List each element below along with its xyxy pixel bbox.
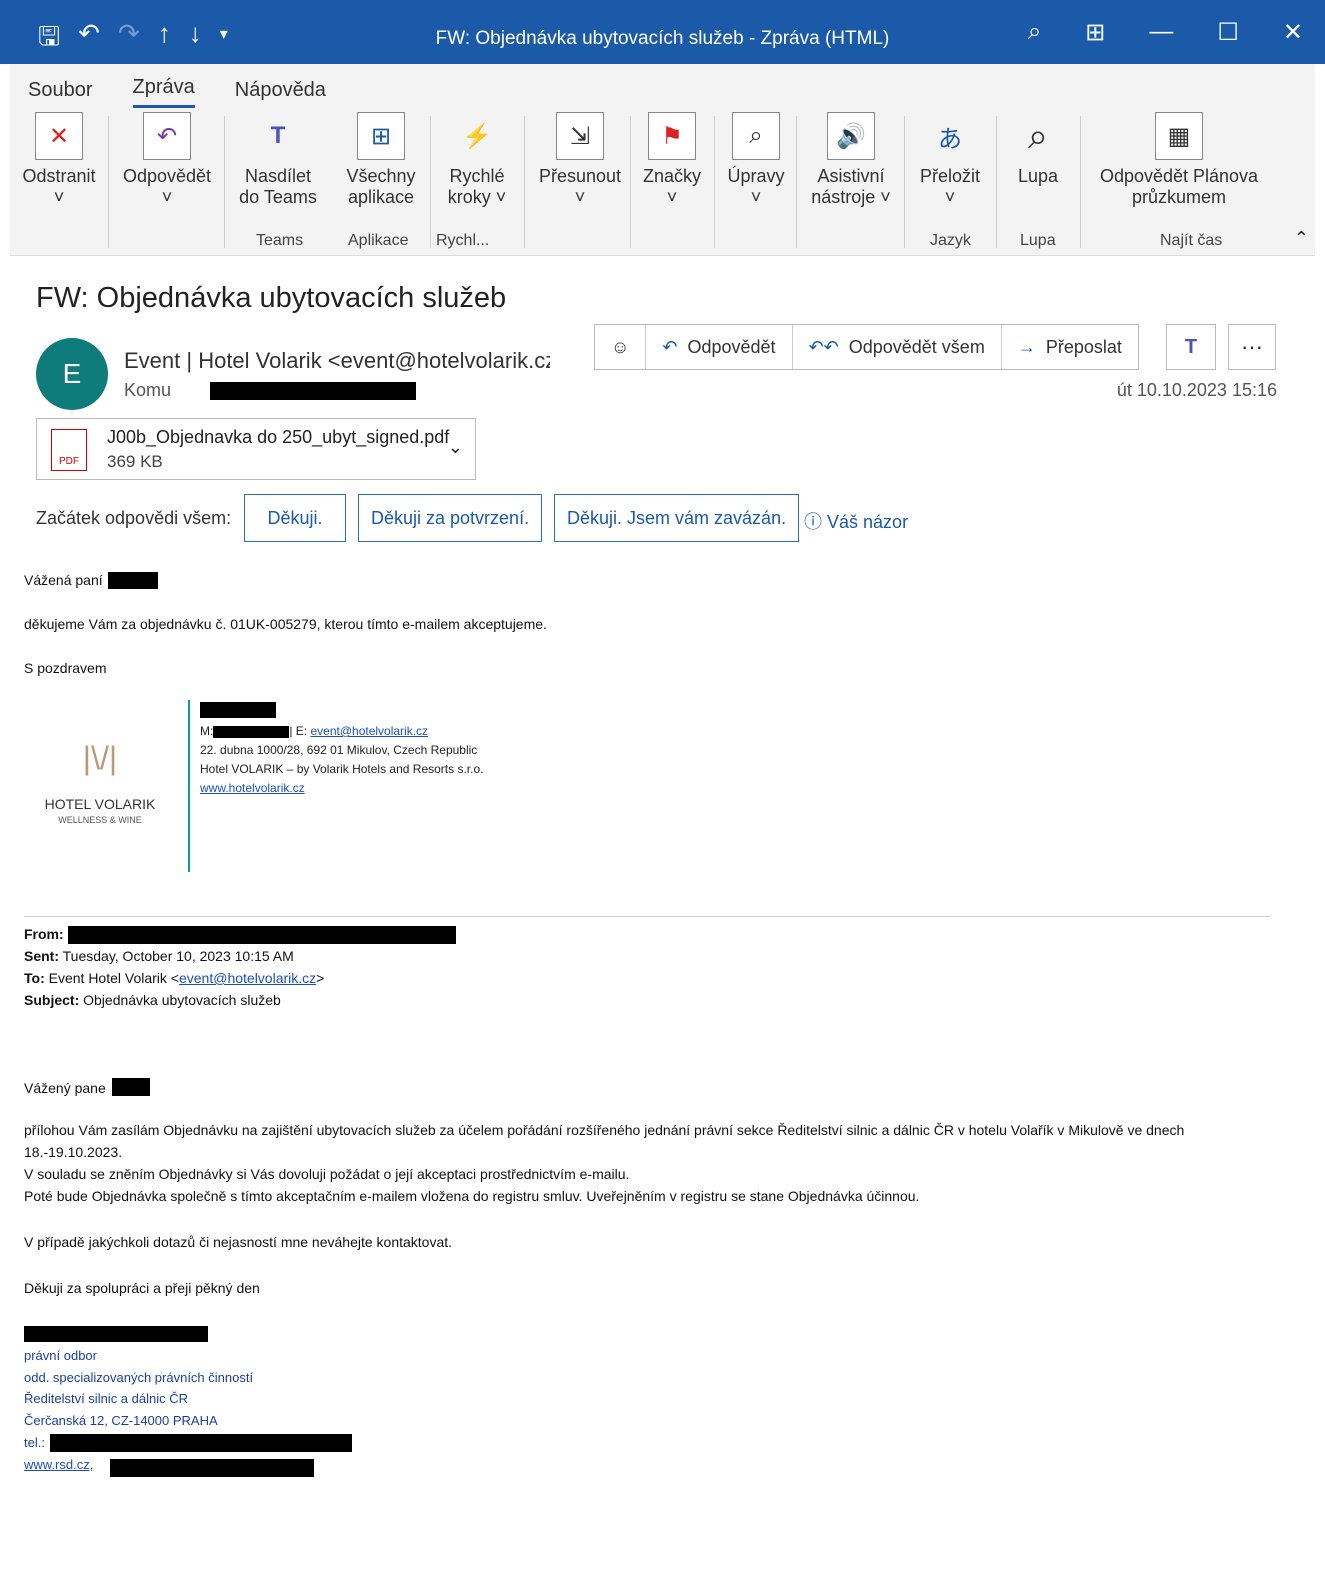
title-bar: 🖫 ↶ ↷ ↑ ↓ ▾ FW: Objednávka ubytovacích s… [0,0,1325,64]
forward-icon: → [1017,336,1036,357]
zoom-icon: ⌕ [1027,114,1049,156]
signature-divider [188,700,190,872]
flag-icon: ⚑ [648,112,696,160]
edit-button[interactable]: ⌕ Úpravy ˅ [724,112,788,208]
close-icon[interactable]: ✕ [1283,18,1303,47]
message-subject: FW: Objednávka ubytovacích služeb [36,282,507,314]
move-button[interactable]: ⇲ Přesunout ˅ [532,112,628,208]
reply-all-action[interactable]: ↶↶ Odpovědět všem [793,325,1002,369]
sender[interactable]: Event | Hotel Volarik <event@hotelvolari… [124,348,550,374]
reply-button[interactable]: ↶ Odpovědět ˅ [120,112,214,208]
calendar-icon: ▦ [1155,112,1203,160]
scheduling-poll-button[interactable]: ▦ Odpovědět Plánova průzkumem [1094,112,1264,208]
move-icon: ⇲ [556,112,604,160]
delete-button[interactable]: ✕ Odstranit ˅ [20,112,98,208]
ribbon: ✕ Odstranit ˅ ↶ Odpovědět ˅ T Nasdílet do Team… [10,108,1315,256]
teams-icon: T [270,122,286,149]
teams-chat-button[interactable]: T [1166,324,1216,370]
feedback-link[interactable]: ⓘ Váš názor [804,508,908,534]
message-date: út 10.10.2023 15:16 [1116,380,1277,400]
chevron-down-icon[interactable]: ⌄ [448,437,463,458]
delete-icon: ✕ [35,112,83,160]
attachment-size: 369 KB [107,452,163,471]
translate-button[interactable]: あ Přeložit ˅ [914,112,986,208]
minimize-icon[interactable]: — [1149,18,1173,47]
quick-reply-2[interactable]: Děkuji za potvrzení. [358,494,543,542]
hotel-logo: |\/| [82,740,118,776]
reply-action[interactable]: ↶ Odpovědět [646,325,793,369]
quick-reply-label: Začátek odpovědi všem: [36,508,232,528]
emoji-button[interactable]: ☺ [595,325,647,369]
quick-steps-button[interactable]: ⚡ Rychlé kroky ˅ [442,112,512,208]
more-actions-button[interactable]: ··· [1228,324,1276,370]
signature-email-link[interactable]: event@hotelvolarik.cz [310,724,428,738]
redacted-recipient [210,382,416,400]
share-teams-button[interactable]: T Nasdílet do Teams [236,112,320,208]
quick-reply-1[interactable]: Děkuji. [244,494,346,542]
maximize-icon[interactable]: ☐ [1217,18,1239,47]
avatar[interactable]: E [36,338,108,410]
separator [24,916,1270,917]
attachment[interactable]: PDF J00b_Objednavka do 250_ubyt_signed.p… [36,418,476,480]
action-bar: ☺ ↶ Odpovědět ↶↶ Odpovědět všem → Přeposlat [594,324,1139,370]
menu-tabs: Soubor Zpráva Nápověda [10,64,1315,108]
attachment-name: J00b_Objednavka do 250_ubyt_signed.pdf [107,427,450,447]
find-icon: ⌕ [732,112,780,160]
apps-icon: ⊞ [357,112,405,160]
forward-action[interactable]: → Přeposlat [1002,325,1138,369]
immersive-reader-icon: 🔊 [827,112,875,160]
zoom-button[interactable]: ⌕ Lupa [1006,112,1070,187]
translate-icon: あ [938,125,962,153]
hotel-website-link[interactable]: www.hotelvolarik.cz [200,781,305,795]
quick-reply-3[interactable]: Děkuji. Jsem vám zavázán. [554,494,800,542]
reply-all-icon: ↶↶ [808,336,839,357]
assistive-tools-button[interactable]: 🔊 Asistivní nástroje ˅ [806,112,896,208]
all-apps-button[interactable]: ⊞ Všechny aplikace [340,112,422,208]
tab-zprava[interactable]: Zpráva [132,76,195,108]
greeting: Vážená paní [24,572,103,588]
tab-soubor[interactable]: Soubor [28,79,93,108]
smiley-icon: ☺ [611,336,630,357]
search-icon[interactable]: ⌕ [1028,18,1041,47]
tab-napoveda[interactable]: Nápověda [235,79,326,108]
collapse-ribbon-icon[interactable]: ⌃ [1294,228,1309,249]
info-icon: ⓘ [804,512,828,532]
tags-button[interactable]: ⚑ Značky ˅ [640,112,704,208]
pdf-icon: PDF [51,429,87,471]
reply-icon: ↶ [662,336,678,357]
recipient-label: Komu [124,380,172,400]
reply-icon: ↶ [143,112,191,160]
rsd-website-link[interactable]: www.rsd.cz, [24,1457,93,1472]
fwd-to-email-link[interactable]: event@hotelvolarik.cz [179,970,316,986]
restore-ribbon-icon[interactable]: ⊞ [1085,18,1105,47]
lightning-icon: ⚡ [462,122,492,150]
